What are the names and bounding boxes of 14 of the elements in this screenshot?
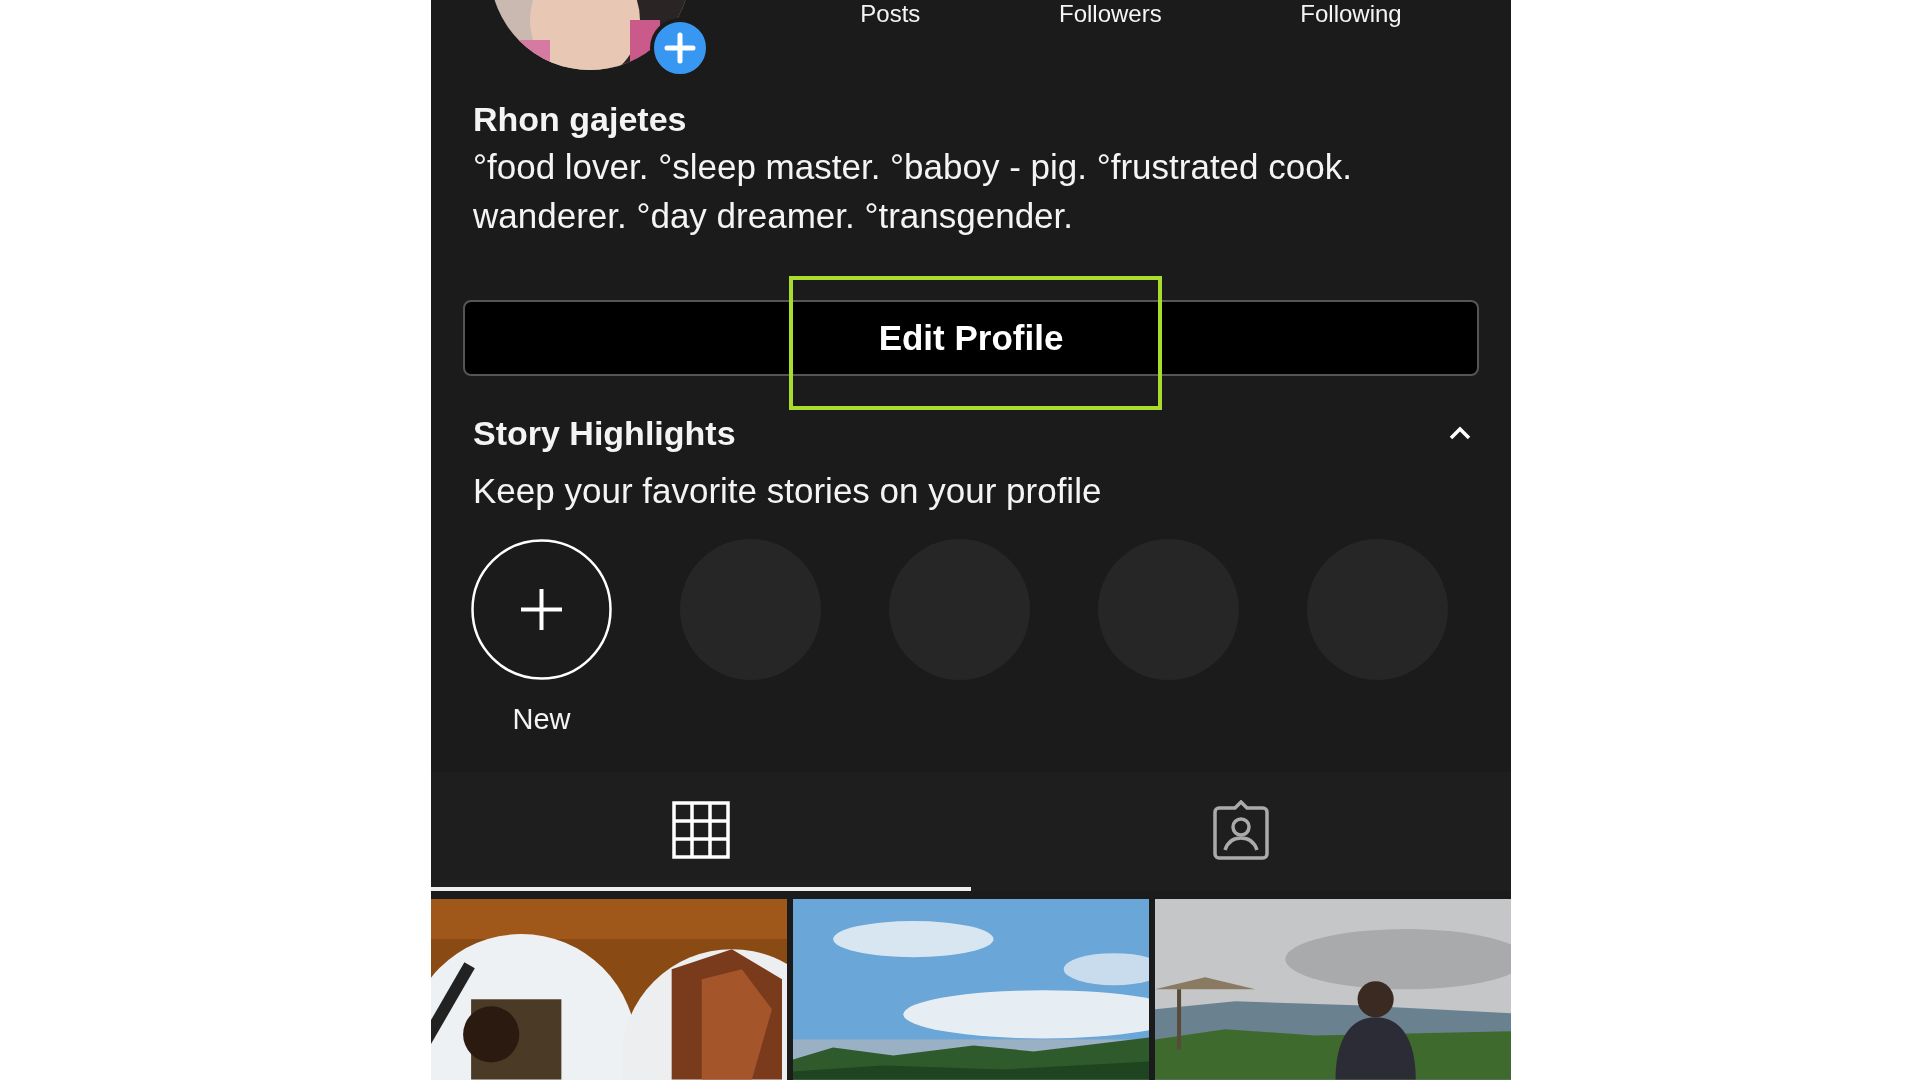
section-subtitle: Keep your favorite stories on your profile [472, 469, 1103, 512]
stat-label: Following [1300, 0, 1402, 28]
bio-text: °food lover. °sleep master. °baboy - pig. °frustrated cook. [472, 145, 1353, 188]
bio-text: wanderer. °day dreamer. °transgender. [472, 194, 1074, 237]
stat-label: Posts [860, 0, 921, 28]
person-tag-icon [1211, 799, 1271, 860]
chevron-up-icon[interactable] [1449, 426, 1471, 441]
edit-profile-button[interactable]: Edit Profile [463, 299, 1479, 376]
profile-name: Rhon gajetes [472, 98, 688, 140]
new-highlight-button[interactable] [471, 539, 612, 681]
highlight-label: New [512, 702, 571, 738]
section-title: Story Highlights [473, 412, 736, 454]
stat-label: Followers [1058, 0, 1162, 28]
grid-icon [672, 800, 730, 859]
